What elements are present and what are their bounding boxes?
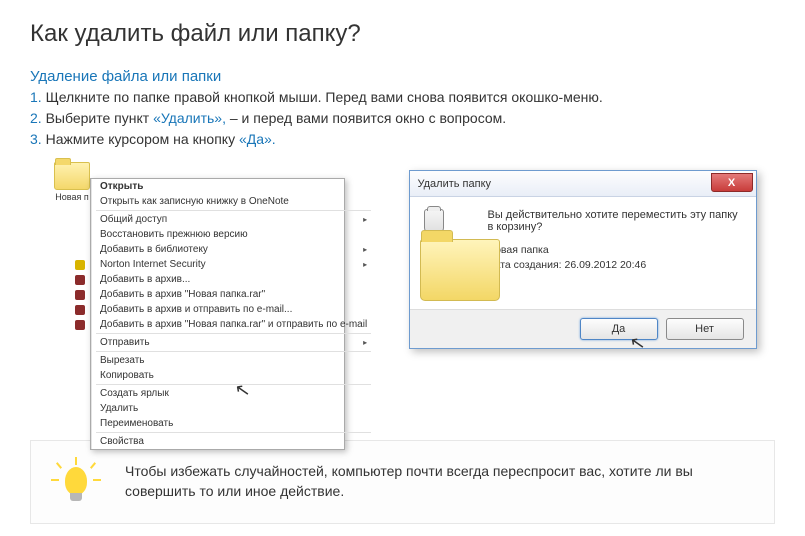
dialog-title: Удалить папку: [418, 178, 492, 190]
menu-add-archive[interactable]: Добавить в архив...: [92, 272, 375, 287]
tip-box: Чтобы избежать случайностей, компьютер п…: [30, 440, 775, 524]
step-quoted: «Удалить»,: [153, 110, 226, 126]
menu-add-rar-email[interactable]: Добавить в архив "Новая папка.rar" и отп…: [92, 317, 375, 332]
step-num: 2.: [30, 110, 42, 126]
menu-label: Добавить в библиотеку: [100, 244, 208, 255]
yes-button[interactable]: Да: [580, 318, 658, 340]
dialog-question: Вы действительно хотите переместить эту …: [488, 209, 742, 233]
menu-cut[interactable]: Вырезать: [92, 353, 375, 368]
menu-share[interactable]: Общий доступ ▸: [92, 212, 375, 227]
step-num: 3.: [30, 131, 42, 147]
menu-delete[interactable]: Удалить: [92, 401, 375, 416]
chevron-right-icon: ▸: [363, 245, 367, 254]
dialog-titlebar: Удалить папку X: [410, 171, 756, 197]
menu-send[interactable]: Отправить ▸: [92, 335, 375, 350]
menu-properties[interactable]: Свойства: [92, 434, 375, 449]
menu-label: Добавить в архив "Новая папка.rar": [100, 289, 265, 300]
step-quoted: «Да».: [239, 131, 276, 147]
dialog-folder-name: Новая папка: [488, 243, 742, 258]
no-button[interactable]: Нет: [666, 318, 744, 340]
menu-library[interactable]: Добавить в библиотеку ▸: [92, 242, 375, 257]
archive-icon: [75, 320, 85, 330]
menu-norton[interactable]: Norton Internet Security ▸: [92, 257, 375, 272]
tip-text: Чтобы избежать случайностей, компьютер п…: [125, 462, 754, 501]
norton-icon: [75, 260, 85, 270]
desktop-folder[interactable]: Новая п: [50, 160, 94, 202]
lightbulb-icon: [51, 457, 101, 507]
menu-label: Добавить в архив и отправить по e-mail..…: [100, 304, 292, 315]
confirm-dialog-screenshot: Удалить папку X Вы действительно хотите …: [390, 160, 775, 420]
page-title: Как удалить файл или папку?: [30, 20, 775, 48]
menu-add-rar[interactable]: Добавить в архив "Новая папка.rar": [92, 287, 375, 302]
step-1: 1. Щелкните по папке правой кнопкой мыши…: [30, 87, 775, 108]
step-text: Нажмите курсором на кнопку: [42, 131, 239, 147]
confirm-dialog: Удалить папку X Вы действительно хотите …: [409, 170, 757, 349]
menu-label: Добавить в архив "Новая папка.rar" и отп…: [100, 319, 367, 330]
chevron-right-icon: ▸: [363, 260, 367, 269]
menu-onenote[interactable]: Открыть как записную книжку в OneNote: [92, 194, 375, 209]
step-num: 1.: [30, 89, 42, 105]
close-button[interactable]: X: [711, 173, 753, 192]
context-menu-screenshot: Новая п Открыть Открыть как записную кни…: [30, 160, 350, 420]
menu-rename[interactable]: Переименовать: [92, 416, 375, 431]
folder-icon: [420, 239, 500, 301]
step-3: 3. Нажмите курсором на кнопку «Да».: [30, 129, 775, 150]
archive-icon: [75, 290, 85, 300]
chevron-right-icon: ▸: [363, 338, 367, 347]
step-text: – и перед вами появится окно с вопросом.: [226, 110, 506, 126]
step-2: 2. Выберите пункт «Удалить», – и перед в…: [30, 108, 775, 129]
folder-label: Новая п: [50, 192, 94, 202]
step-text: Выберите пункт: [42, 110, 153, 126]
folder-icon: [54, 162, 90, 190]
dialog-folder-date: Дата создания: 26.09.2012 20:46: [488, 258, 742, 273]
instruction-list: 1. Щелкните по папке правой кнопкой мыши…: [30, 87, 775, 150]
section-subtitle: Удаление файла или папки: [30, 68, 775, 85]
archive-icon: [75, 275, 85, 285]
chevron-right-icon: ▸: [363, 215, 367, 224]
menu-open[interactable]: Открыть: [92, 179, 375, 194]
menu-add-email[interactable]: Добавить в архив и отправить по e-mail..…: [92, 302, 375, 317]
archive-icon: [75, 305, 85, 315]
context-menu: Открыть Открыть как записную книжку в On…: [90, 178, 345, 450]
menu-label: Добавить в архив...: [100, 274, 190, 285]
menu-restore[interactable]: Восстановить прежнюю версию: [92, 227, 375, 242]
step-text: Щелкните по папке правой кнопкой мыши. П…: [42, 89, 603, 105]
menu-label: Norton Internet Security: [100, 259, 206, 270]
menu-label: Отправить: [100, 337, 150, 348]
menu-label: Общий доступ: [100, 214, 167, 225]
